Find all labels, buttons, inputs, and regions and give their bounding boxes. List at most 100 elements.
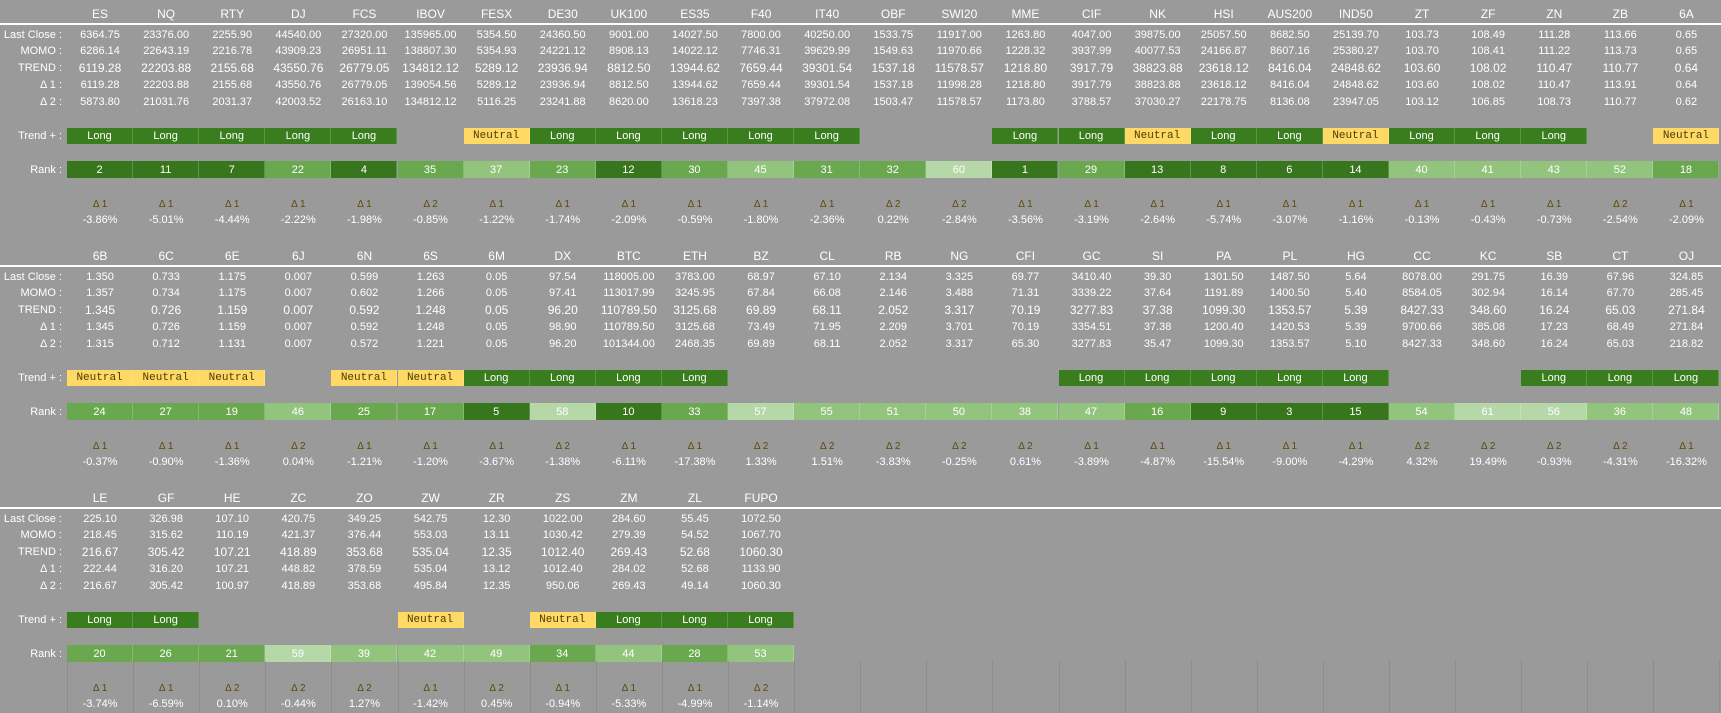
momo-cell: 37.64 [1143,287,1172,299]
symbol-header[interactable]: 6S [398,247,464,265]
last-close-cell: 0.733 [152,271,180,283]
symbol-header[interactable]: SB [1521,247,1587,265]
symbol-header[interactable]: ZT [1389,5,1455,23]
symbol-header[interactable]: CFI [992,247,1058,265]
symbol-header[interactable]: NK [1125,5,1191,23]
trend-cell: 353.68 [346,545,383,559]
symbol-header[interactable]: LE [67,489,133,507]
delta1-cell: 43550.76 [275,79,322,91]
grid-line [1257,660,1258,713]
delta2-cell: 218.82 [1669,338,1704,350]
symbol-header[interactable]: KC [1455,247,1521,265]
momo-cell: 1.266 [416,287,445,299]
trend-badge-long: Long [529,128,596,144]
last-close-cell: 69.77 [1011,271,1040,283]
trend-cell: 5.39 [1344,303,1368,317]
row-label-last-close: Last Close : [3,513,62,525]
grid-line [794,660,795,713]
symbol-header[interactable]: HG [1323,247,1389,265]
symbol-header[interactable]: HE [199,489,265,507]
symbol-header[interactable]: BTC [596,247,662,265]
symbol-header[interactable]: 6N [331,247,397,265]
trend-cell: 96.20 [547,303,578,317]
momo-cell: 67.84 [747,287,775,299]
symbol-header[interactable]: ZO [331,489,397,507]
symbol-header[interactable]: NG [926,247,992,265]
symbol-header[interactable]: GF [133,489,199,507]
symbol-header[interactable]: CC [1389,247,1455,265]
rank-cell: 10 [595,403,662,420]
symbol-header[interactable]: ES [67,5,133,23]
symbol-header[interactable]: DX [530,247,596,265]
symbol-header[interactable]: IT40 [794,5,860,23]
symbol-header[interactable]: ZR [464,489,530,507]
last-close-cell: 2.134 [879,271,907,283]
momo-cell: 302.94 [1471,287,1505,299]
delta2-cell: 110.77 [1603,96,1637,108]
symbol-header[interactable]: 6E [199,247,265,265]
symbol-header[interactable]: SWI20 [926,5,992,23]
symbol-header[interactable]: NQ [133,5,199,23]
symbol-header[interactable]: ZB [1587,5,1653,23]
symbol-header[interactable]: OJ [1653,247,1719,265]
symbol-header[interactable]: 6M [464,247,530,265]
momo-cell: 67.70 [1606,287,1635,299]
symbol-header[interactable]: ZS [530,489,596,507]
symbol-header[interactable]: PL [1257,247,1323,265]
symbol-header[interactable]: ES35 [662,5,728,23]
symbol-header[interactable]: FESX [464,5,530,23]
symbol-header[interactable]: RTY [199,5,265,23]
symbol-header[interactable]: HSI [1191,5,1257,23]
symbol-header[interactable]: ZW [398,489,464,507]
symbol-header[interactable]: ZF [1455,5,1521,23]
trend-cell: 65.03 [1605,303,1636,317]
symbol-header[interactable]: IND50 [1323,5,1389,23]
delta1-cell: 24848.62 [1332,79,1379,91]
rank-cell: 27 [133,403,200,420]
symbol-header[interactable]: CIF [1059,5,1125,23]
symbol-header[interactable]: GC [1059,247,1125,265]
symbol-header[interactable]: IBOV [398,5,464,23]
symbol-header[interactable]: F40 [728,5,794,23]
symbol-header[interactable]: CT [1587,247,1653,265]
symbol-header[interactable]: ETH [662,247,728,265]
symbol-header[interactable]: FCS [331,5,397,23]
symbol-header[interactable]: AUS200 [1257,5,1323,23]
symbol-header[interactable]: BZ [728,247,794,265]
trend-badge-neutral: Neutral [199,370,266,386]
trend-badge-long: Long [595,370,662,386]
symbol-header[interactable]: ZN [1521,5,1587,23]
symbol-header[interactable]: MME [992,5,1058,23]
symbol-header[interactable]: UK100 [596,5,662,23]
percent-change: 0.10% [216,698,248,710]
symbol-header[interactable]: 6J [265,247,331,265]
symbol-header[interactable]: RB [860,247,926,265]
delta2-cell: 950.06 [545,580,580,592]
symbol-header[interactable]: DE30 [530,5,596,23]
delta2-cell: 216.67 [83,580,117,592]
symbol-header[interactable]: 6C [133,247,199,265]
symbol-header[interactable]: OBF [860,5,926,23]
delta2-cell: 49.14 [681,580,709,592]
symbol-header[interactable]: SI [1125,247,1191,265]
last-close-cell: 349.25 [347,513,382,525]
symbol-header[interactable]: FUPO [728,489,794,507]
percent-change: -0.85% [413,214,448,226]
last-close-cell: 67.96 [1606,271,1635,283]
trend-badge-long: Long [1587,370,1654,386]
symbol-header[interactable]: ZC [265,489,331,507]
symbol-header[interactable]: 6B [67,247,133,265]
last-close-cell: 324.85 [1669,271,1704,283]
trend-badge-neutral: Neutral [67,370,134,386]
symbol-header[interactable]: PA [1191,247,1257,265]
rank-cell: 44 [595,645,662,662]
symbol-header[interactable]: ZM [596,489,662,507]
symbol-header[interactable]: 6A [1653,5,1719,23]
symbol-header[interactable]: CL [794,247,860,265]
delta1-cell: 52.68 [681,563,709,575]
trend-badge-neutral: Neutral [1653,128,1720,144]
percent-change: -16.32% [1665,456,1707,468]
symbol-header[interactable]: ZL [662,489,728,507]
last-close-cell: 3.325 [945,271,974,283]
symbol-header[interactable]: DJ [265,5,331,23]
